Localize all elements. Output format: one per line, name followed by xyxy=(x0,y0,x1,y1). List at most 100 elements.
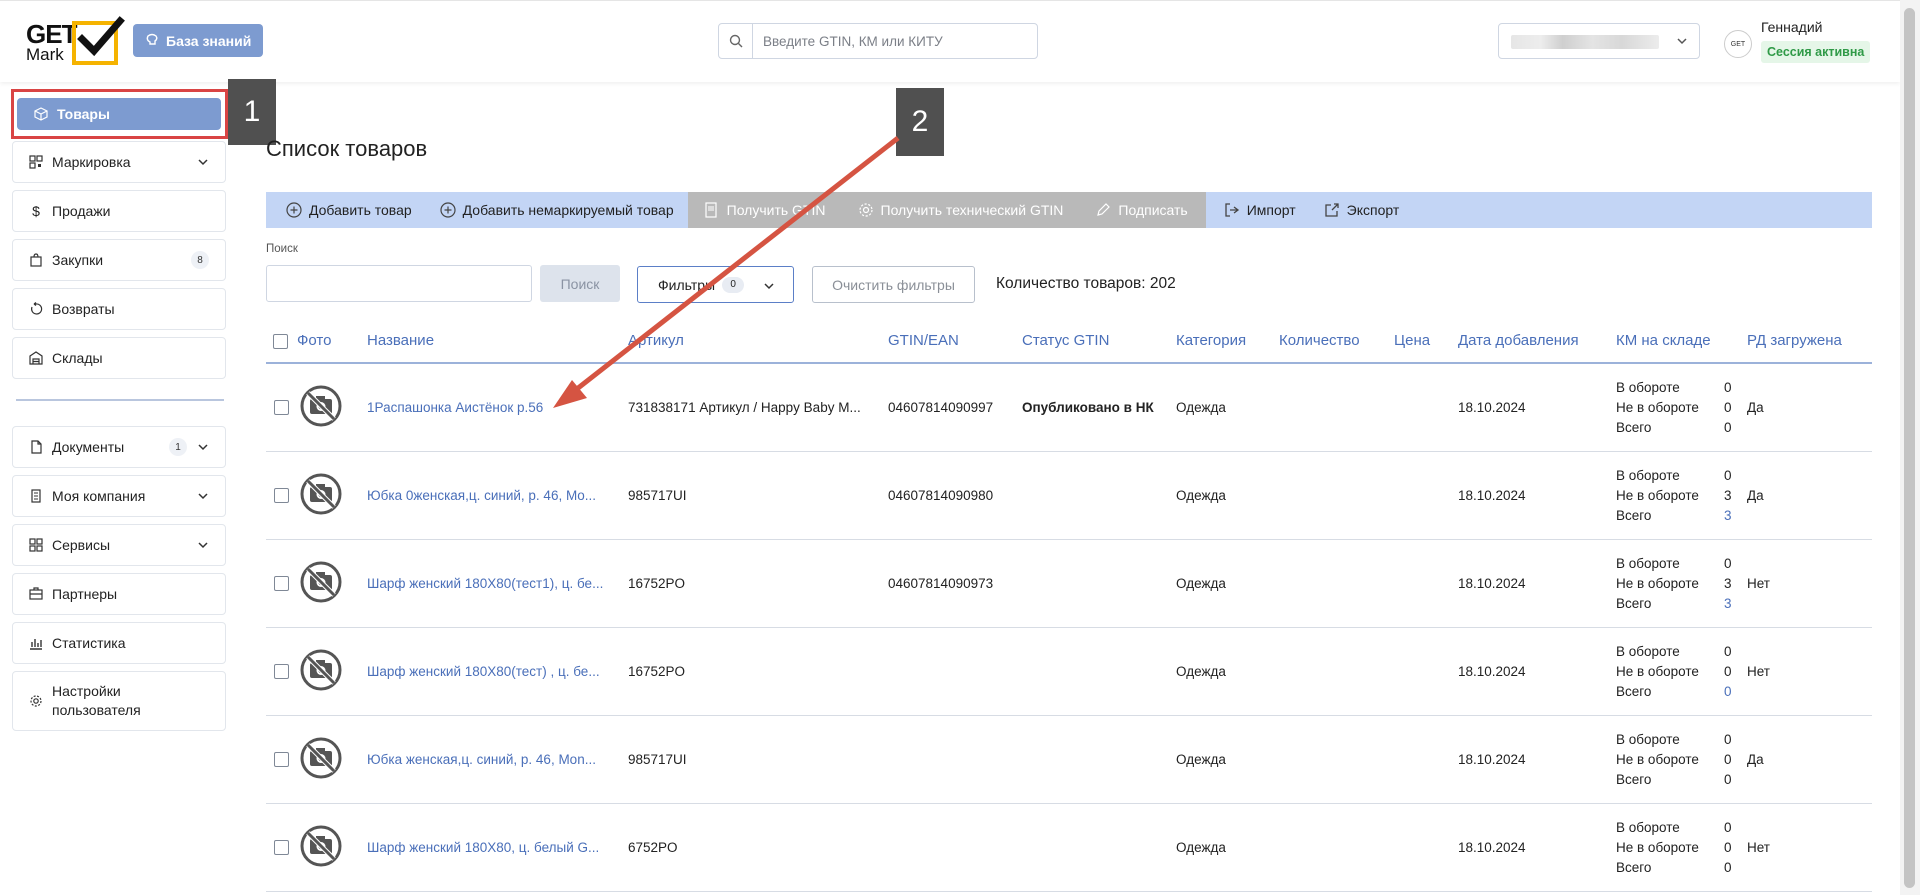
sidebar-item-user-settings[interactable]: Настройки пользователя xyxy=(12,671,226,731)
col-km-in-stock[interactable]: КМ на складе xyxy=(1616,332,1711,349)
sidebar-item-purchases[interactable]: Закупки 8 xyxy=(12,239,226,281)
product-article: 985717UI xyxy=(628,488,687,503)
product-category: Одежда xyxy=(1176,664,1226,679)
filters-button[interactable]: Фильтры 0 xyxy=(637,266,794,303)
gtin-status: Опубликовано в НК xyxy=(1022,400,1154,415)
col-gtin[interactable]: GTIN/EAN xyxy=(888,332,959,349)
product-name-link[interactable]: Шарф женский 180Х80(тест) , ц. бе... xyxy=(367,664,612,679)
global-search-input[interactable]: Введите GTIN, КМ или КИТУ xyxy=(718,23,1038,59)
product-name-link[interactable]: Юбка 0женская,ц. синий, р. 46, Mo... xyxy=(367,488,612,503)
import-button[interactable]: Импорт xyxy=(1206,192,1310,228)
clear-filters-button[interactable]: Очистить фильтры xyxy=(812,266,975,303)
product-category: Одежда xyxy=(1176,752,1226,767)
col-date-added[interactable]: Дата добавления xyxy=(1458,332,1579,349)
get-technical-gtin-button[interactable]: Получить технический GTIN xyxy=(843,192,1082,228)
session-status-badge: Сессия активна xyxy=(1761,41,1871,63)
filters-count-badge: 0 xyxy=(722,276,745,293)
rd-uploaded: Нет xyxy=(1747,664,1770,679)
product-category: Одежда xyxy=(1176,840,1226,855)
sidebar-item-documents[interactable]: Документы 1 xyxy=(12,426,226,468)
col-gtin-status[interactable]: Статус GTIN xyxy=(1022,332,1109,349)
pen-icon xyxy=(1097,203,1111,216)
blurred-organization-name xyxy=(1511,35,1659,49)
product-article: 6752PO xyxy=(628,840,678,855)
table-row[interactable]: Юбка 0женская,ц. синий, р. 46, Mo... 9857… xyxy=(266,452,1872,540)
scrollbar[interactable] xyxy=(1900,0,1920,895)
col-price[interactable]: Цена xyxy=(1394,332,1430,349)
product-date-added: 18.10.2024 xyxy=(1458,840,1526,855)
product-name-link[interactable]: 1Распашонка Аистёнок р.56 xyxy=(367,400,612,415)
gear-icon xyxy=(858,203,873,217)
col-name[interactable]: Название xyxy=(367,332,434,349)
product-date-added: 18.10.2024 xyxy=(1458,752,1526,767)
search-button[interactable]: Поиск xyxy=(540,265,620,302)
no-photo-icon xyxy=(300,473,342,518)
getmark-logo[interactable]: GET Mark xyxy=(26,16,125,65)
dollar-icon: $ xyxy=(32,203,40,219)
product-article: 985717UI xyxy=(628,752,687,767)
product-name-link[interactable]: Юбка женская,ц. синий, р. 46, Mon... xyxy=(367,752,612,767)
product-date-added: 18.10.2024 xyxy=(1458,664,1526,679)
table-row[interactable]: Шарф женский 180Х80, ц. белый G... 6752PO… xyxy=(266,804,1872,892)
col-quantity[interactable]: Количество xyxy=(1279,332,1360,349)
sidebar: Товары Маркировка $ Продажи Закупки 8 Во… xyxy=(12,92,228,738)
sidebar-divider xyxy=(16,399,224,401)
product-article: 16752PO xyxy=(628,576,686,591)
sidebar-item-returns[interactable]: Возвраты xyxy=(12,288,226,330)
row-checkbox[interactable] xyxy=(274,752,289,767)
checkmark-icon xyxy=(77,16,125,57)
table-row[interactable]: 1Распашонка Аистёнок р.56 731838171 Артик… xyxy=(266,364,1872,452)
rd-uploaded: Да xyxy=(1747,400,1764,415)
barcode-doc-icon xyxy=(705,202,717,218)
product-search-input[interactable] xyxy=(266,265,532,302)
warehouse-icon xyxy=(29,351,43,365)
sidebar-item-services[interactable]: Сервисы xyxy=(12,524,226,566)
row-checkbox[interactable] xyxy=(274,576,289,591)
sidebar-item-warehouses[interactable]: Склады xyxy=(12,337,226,379)
gear-icon xyxy=(29,694,43,708)
sidebar-item-marking[interactable]: Маркировка xyxy=(12,141,226,183)
col-rd-uploaded[interactable]: РД загружена xyxy=(1747,332,1842,349)
avatar[interactable]: GET xyxy=(1724,30,1752,58)
sidebar-item-my-company[interactable]: Моя компания xyxy=(12,475,226,517)
row-checkbox[interactable] xyxy=(274,488,289,503)
sidebar-item-sales[interactable]: $ Продажи xyxy=(12,190,226,232)
col-category[interactable]: Категория xyxy=(1176,332,1246,349)
chevron-down-icon xyxy=(198,542,208,549)
get-gtin-button[interactable]: Получить GTIN xyxy=(687,192,844,228)
add-product-button[interactable]: Добавить товар xyxy=(266,192,426,228)
product-gtin: 04607814090997 xyxy=(888,400,994,415)
search-icon xyxy=(719,24,753,58)
row-checkbox[interactable] xyxy=(274,400,289,415)
col-article[interactable]: Артикул xyxy=(628,332,684,349)
annotation-highlight-box xyxy=(11,89,228,139)
product-category: Одежда xyxy=(1176,576,1226,591)
table-row[interactable]: Юбка женская,ц. синий, р. 46, Mon... 9857… xyxy=(266,716,1872,804)
knowledge-base-button[interactable]: База знаний xyxy=(133,24,264,57)
organization-select[interactable] xyxy=(1498,23,1700,59)
document-icon xyxy=(29,440,43,454)
export-button[interactable]: Экспорт xyxy=(1310,192,1414,228)
col-photo[interactable]: Фото xyxy=(297,332,331,349)
sidebar-item-statistics[interactable]: Статистика xyxy=(12,622,226,664)
rd-uploaded: Да xyxy=(1747,488,1764,503)
import-icon xyxy=(1225,203,1239,217)
partners-icon xyxy=(29,587,43,601)
select-all-checkbox[interactable] xyxy=(273,334,288,349)
user-name: Геннадий xyxy=(1761,19,1823,35)
chevron-down-icon xyxy=(198,444,208,451)
product-gtin: 04607814090980 xyxy=(888,488,994,503)
product-category: Одежда xyxy=(1176,488,1226,503)
row-checkbox[interactable] xyxy=(274,840,289,855)
row-checkbox[interactable] xyxy=(274,664,289,679)
product-category: Одежда xyxy=(1176,400,1226,415)
products-toolbar: Добавить товар Добавить немаркируемый то… xyxy=(266,192,1872,228)
add-unmarked-product-button[interactable]: Добавить немаркируемый товар xyxy=(426,192,688,228)
table-row[interactable]: Шарф женский 180Х80(тест) , ц. бе... 1675… xyxy=(266,628,1872,716)
sidebar-item-partners[interactable]: Партнеры xyxy=(12,573,226,615)
rd-uploaded: Да xyxy=(1747,752,1764,767)
table-row[interactable]: Шарф женский 180Х80(тест1), ц. бе... 1675… xyxy=(266,540,1872,628)
product-name-link[interactable]: Шарф женский 180Х80, ц. белый G... xyxy=(367,840,612,855)
product-name-link[interactable]: Шарф женский 180Х80(тест1), ц. бе... xyxy=(367,576,612,591)
sign-button[interactable]: Подписать xyxy=(1081,192,1206,228)
